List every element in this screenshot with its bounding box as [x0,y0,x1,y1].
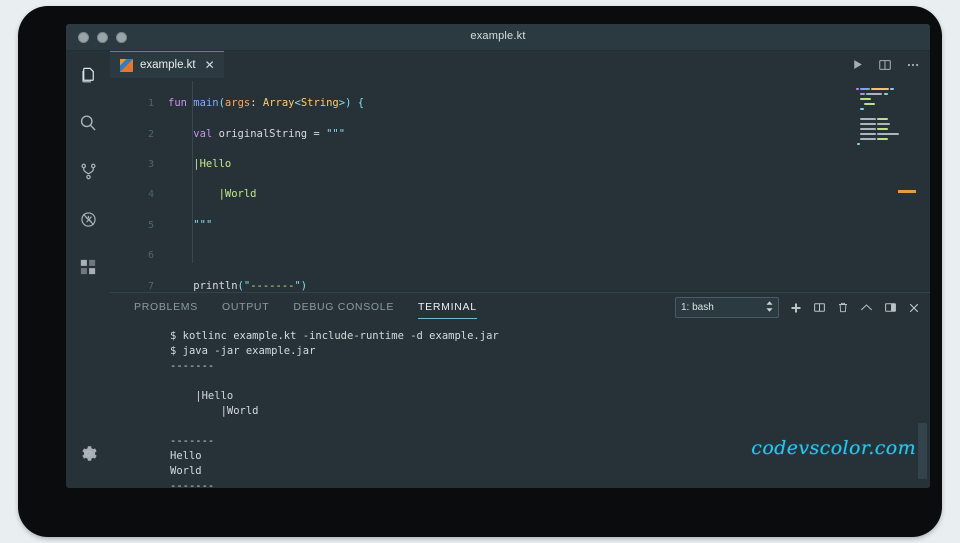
code-line: 1fun main(args: Array<String>) { [110,96,930,111]
minimap[interactable] [854,82,916,292]
window-title: example.kt [66,30,930,42]
window-titlebar: example.kt [66,24,930,51]
code-line: 5 """ [110,218,930,233]
search-icon [78,113,98,133]
code-line: 6 [110,248,930,263]
code-editor[interactable]: 1fun main(args: Array<String>) { 2 val o… [110,78,930,292]
laptop-frame: example.kt [18,6,942,537]
tab-problems[interactable]: PROBLEMS [134,297,198,319]
terminal-selector-value: 1: bash [681,302,714,313]
new-terminal-button[interactable] [790,302,802,314]
sidebar-item-source-control[interactable] [66,147,110,195]
window-body: example.kt ✕ [66,51,930,488]
tab-terminal[interactable]: TERMINAL [418,297,477,319]
code-line: 7 println("-------") [110,279,930,292]
code-content: 1fun main(args: Array<String>) { 2 val o… [110,81,930,292]
sidebar-item-run-and-debug[interactable] [66,195,110,243]
sidebar-item-explorer[interactable] [66,51,110,99]
terminal-selector[interactable]: 1: bash [675,297,779,318]
manage-settings-button[interactable] [66,429,110,477]
line-number: 7 [110,279,154,292]
source-control-icon [79,162,98,181]
line-number: 6 [110,248,154,263]
terminal-output[interactable]: $ kotlinc example.kt -include-runtime -d… [110,323,930,488]
tab-output[interactable]: OUTPUT [222,297,269,319]
line-number: 5 [110,218,154,233]
code-line: 3 |Hello [110,157,930,172]
more-actions-button[interactable] [906,58,920,72]
close-panel-button[interactable] [908,302,920,314]
bottom-panel: PROBLEMS OUTPUT DEBUG CONSOLE TERMINAL 1… [110,292,930,488]
code-line: 2 val originalString = """ [110,127,930,142]
maximize-panel-button[interactable] [860,302,873,313]
code-line: 4 |World [110,187,930,202]
terminal-scrollbar[interactable] [918,423,927,479]
line-number: 3 [110,157,154,172]
editor-tab-bar: example.kt ✕ [110,51,930,78]
close-icon[interactable]: ✕ [203,59,215,71]
terminal-text: $ kotlinc example.kt -include-runtime -d… [170,330,499,488]
editor-window: example.kt [66,24,930,488]
editor-tab-example-kt[interactable]: example.kt ✕ [110,51,224,78]
screenshot-root: example.kt [0,0,960,543]
panel-actions: 1: bash [675,297,920,318]
run-debug-icon [79,210,98,229]
toggle-panel-layout-button[interactable] [884,301,897,314]
activity-bar [66,51,110,488]
kill-terminal-button[interactable] [837,301,849,314]
editor-tab-label: example.kt [140,59,196,71]
watermark: codevscolor.com [751,437,916,459]
editor-actions [851,51,922,78]
minimap-marker [898,190,916,193]
sidebar-item-extensions[interactable] [66,243,110,291]
panel-tab-bar: PROBLEMS OUTPUT DEBUG CONSOLE TERMINAL 1… [110,293,930,323]
tab-debug-console[interactable]: DEBUG CONSOLE [293,297,394,319]
extensions-icon [79,258,97,276]
activity-bar-bottom [66,429,110,477]
files-icon [79,66,98,85]
main-area: example.kt ✕ [110,51,930,488]
sidebar-item-search[interactable] [66,99,110,147]
kotlin-icon [120,59,133,72]
line-number: 4 [110,187,154,202]
split-terminal-button[interactable] [813,301,826,314]
run-code-button[interactable] [851,58,864,71]
split-editor-button[interactable] [878,58,892,72]
chevron-down-icon [766,301,773,315]
line-number: 2 [110,127,154,142]
gear-icon [79,444,98,463]
line-number: 1 [110,96,154,111]
